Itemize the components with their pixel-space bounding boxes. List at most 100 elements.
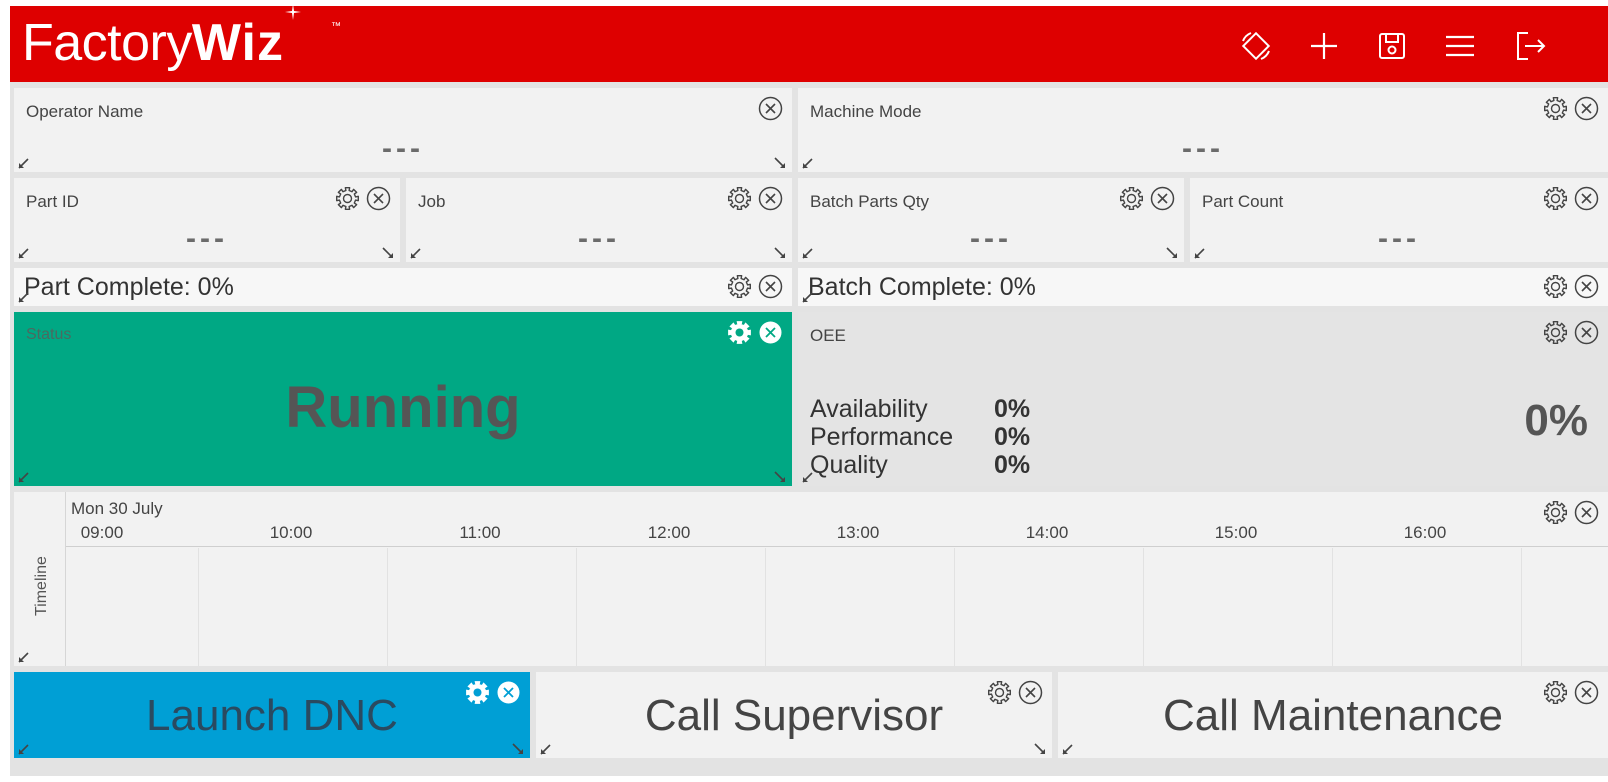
action-label: Call Supervisor: [644, 691, 944, 740]
tile-title: OEE: [810, 326, 846, 345]
quality-label: Quality: [810, 451, 888, 479]
tile-value: ---: [1378, 222, 1420, 255]
progress-label: Batch Complete: 0%: [808, 273, 1036, 301]
gear-icon[interactable]: [1542, 273, 1569, 300]
menu-button[interactable]: [1440, 26, 1480, 66]
timeline-hour-axis: 09:00 10:00 11:00 12:00 13:00 14:00 15:00 16:00: [66, 523, 1608, 547]
tile-value: ---: [578, 222, 620, 255]
tile-title: Operator Name: [26, 102, 144, 121]
timeline-gridline: [1332, 548, 1333, 666]
timeline-gridline: [576, 548, 577, 666]
resize-handle-icon[interactable]: [410, 247, 422, 259]
timeline-gridline: [1143, 548, 1144, 666]
close-icon[interactable]: [365, 185, 392, 212]
close-icon[interactable]: [1573, 679, 1600, 706]
logout-button[interactable]: [1510, 26, 1550, 66]
resize-handle-icon[interactable]: [1034, 743, 1046, 755]
launch-dnc-button[interactable]: Launch DNC: [14, 672, 530, 758]
gear-icon[interactable]: [726, 185, 753, 212]
oee-breakdown: Availability 0% Performance 0% Quality 0%: [810, 395, 1030, 479]
part-complete-progress: Part Complete: 0%: [14, 268, 792, 306]
logo-spark-icon: [285, 6, 301, 20]
close-icon[interactable]: [1017, 679, 1044, 706]
close-icon[interactable]: [1573, 95, 1600, 122]
resize-handle-icon[interactable]: [18, 291, 30, 303]
resize-handle-icon[interactable]: [1062, 743, 1074, 755]
timeline-hour-label: 09:00: [80, 523, 124, 542]
resize-handle-icon[interactable]: [802, 157, 814, 169]
timeline-hour-label: 13:00: [836, 523, 880, 542]
add-icon: [1311, 33, 1337, 59]
timeline-date: Mon 30 July: [71, 499, 163, 518]
gear-icon[interactable]: [1542, 499, 1569, 526]
machine-mode-tile: Machine Mode ---: [798, 88, 1608, 172]
call-maintenance-button[interactable]: Call Maintenance: [1058, 672, 1608, 758]
timeline-hour-label: 15:00: [1214, 523, 1258, 542]
part-id-tile: Part ID ---: [14, 178, 400, 262]
call-supervisor-button[interactable]: Call Supervisor: [536, 672, 1052, 758]
timeline-hour-label: 14:00: [1025, 523, 1069, 542]
rotate-button[interactable]: [1236, 26, 1276, 66]
resize-handle-icon[interactable]: [18, 157, 30, 169]
tile-title: Part Count: [1202, 192, 1284, 211]
resize-handle-icon[interactable]: [774, 157, 786, 169]
gear-icon[interactable]: [1542, 95, 1569, 122]
save-button[interactable]: [1372, 26, 1412, 66]
close-icon[interactable]: [1573, 185, 1600, 212]
resize-handle-icon[interactable]: [802, 471, 814, 483]
resize-handle-icon[interactable]: [802, 247, 814, 259]
timeline-gridline: [387, 548, 388, 666]
gear-icon[interactable]: [1542, 185, 1569, 212]
close-icon[interactable]: [1573, 319, 1600, 346]
performance-value: 0%: [994, 423, 1031, 451]
tile-title: Job: [418, 192, 446, 211]
tile-title: Status: [26, 326, 72, 343]
close-icon[interactable]: [757, 95, 784, 122]
gear-icon[interactable]: [986, 679, 1013, 706]
resize-handle-icon[interactable]: [382, 247, 394, 259]
oee-tile: OEE Availability 0% Performance 0% Quality…: [798, 312, 1608, 486]
close-icon[interactable]: [757, 273, 784, 300]
gear-icon[interactable]: [334, 185, 361, 212]
timeline-hour-label: 10:00: [269, 523, 313, 542]
resize-handle-icon[interactable]: [774, 471, 786, 483]
action-label: Call Maintenance: [1163, 691, 1503, 740]
close-icon[interactable]: [757, 185, 784, 212]
batch-parts-qty-tile: Batch Parts Qty ---: [798, 178, 1184, 262]
progress-label: Part Complete: 0%: [24, 273, 234, 301]
availability-value: 0%: [994, 395, 1031, 423]
add-button[interactable]: [1304, 26, 1344, 66]
timeline-tile: Timeline Mon 30 July 09:00 10:00 11:00 12:0…: [14, 492, 1608, 666]
timeline-hour-label: 11:00: [459, 523, 501, 542]
gear-icon[interactable]: [726, 319, 753, 346]
performance-label: Performance: [810, 423, 954, 451]
resize-handle-icon[interactable]: [18, 247, 30, 259]
timeline-gridline: [765, 548, 766, 666]
logout-icon: [1517, 32, 1546, 60]
resize-handle-icon[interactable]: [540, 743, 552, 755]
resize-handle-icon[interactable]: [18, 743, 30, 755]
availability-label: Availability: [810, 395, 928, 423]
close-icon[interactable]: [1573, 499, 1600, 526]
gear-icon[interactable]: [726, 273, 753, 300]
close-icon[interactable]: [495, 679, 522, 706]
close-icon[interactable]: [1149, 185, 1176, 212]
resize-handle-icon[interactable]: [802, 291, 814, 303]
gear-icon[interactable]: [1118, 185, 1145, 212]
timeline-gridline: [954, 548, 955, 666]
gear-icon[interactable]: [1542, 679, 1569, 706]
resize-handle-icon[interactable]: [1194, 247, 1206, 259]
tile-value: ---: [186, 222, 228, 255]
resize-handle-icon[interactable]: [774, 247, 786, 259]
resize-handle-icon[interactable]: [18, 471, 30, 483]
resize-handle-icon[interactable]: [512, 743, 524, 755]
timeline-label: Timeline: [33, 556, 50, 616]
timeline-gridline: [198, 548, 199, 666]
close-icon[interactable]: [757, 319, 784, 346]
close-icon[interactable]: [1573, 273, 1600, 300]
gear-icon[interactable]: [464, 679, 491, 706]
resize-handle-icon[interactable]: [18, 651, 30, 663]
operator-name-tile: Operator Name ---: [14, 88, 792, 172]
gear-icon[interactable]: [1542, 319, 1569, 346]
resize-handle-icon[interactable]: [1166, 247, 1178, 259]
